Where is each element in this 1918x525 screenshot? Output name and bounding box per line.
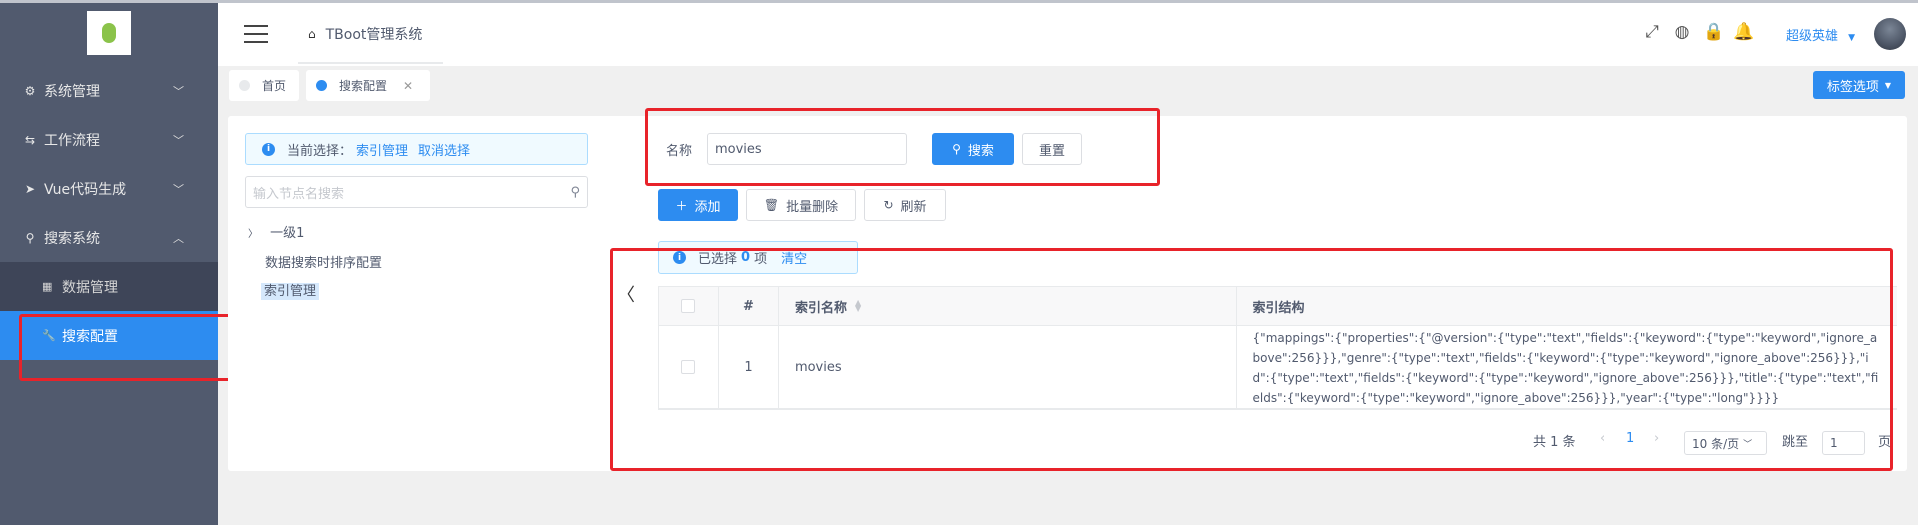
close-icon[interactable]: ✕	[403, 79, 413, 93]
breadcrumb[interactable]: ⌂ TBoot管理系统	[308, 24, 422, 44]
chevron-down-icon: ﹀	[173, 84, 184, 98]
logo-mark	[102, 23, 116, 43]
home-icon: ⌂	[308, 27, 316, 41]
selected-node-link[interactable]: 索引管理	[356, 140, 408, 159]
chevron-down-icon: ﹀	[173, 133, 184, 147]
bell-icon[interactable]: 🔔	[1733, 22, 1754, 42]
sidebar-item-search-system[interactable]: ⚲ 搜索系统 ︿	[0, 213, 218, 262]
chevron-down-icon: ﹀	[173, 182, 184, 196]
add-button-label: 添加	[694, 199, 721, 215]
info-icon: i	[262, 142, 275, 156]
highlight-box-sidebar	[19, 314, 254, 381]
tab-home[interactable]: 首页	[229, 70, 299, 101]
workflow-icon: ⇆	[24, 132, 36, 147]
search-icon: ⚲	[570, 184, 580, 200]
tag-options-button[interactable]: 标签选项 ▼	[1813, 71, 1905, 99]
sidebar-item-label: 系统管理	[44, 83, 100, 100]
tree-node-label: 一级1	[270, 226, 305, 241]
sidebar: ⚙ 系统管理 ﹀ ⇆ 工作流程 ﹀ ➤ Vue代码生成 ﹀ ⚲ 搜索系统 ︿ ▦…	[0, 0, 218, 525]
cancel-selection-link[interactable]: 取消选择	[418, 140, 470, 159]
sidebar-item-system[interactable]: ⚙ 系统管理 ﹀	[0, 66, 218, 115]
highlight-box-search-form	[645, 108, 1160, 186]
lock-icon[interactable]: 🔒	[1703, 22, 1724, 42]
user-menu[interactable]: 超级英雄 ▼	[1786, 25, 1855, 44]
current-selection-alert: i 当前选择： 索引管理 取消选择	[245, 133, 588, 165]
tab-status-dot	[239, 80, 250, 91]
tab-label: 搜索配置	[339, 79, 388, 93]
tree-search-input[interactable]: 输入节点名搜索 ⚲	[245, 176, 588, 208]
grid-icon: ▦	[42, 280, 53, 293]
gear-icon: ⚙	[24, 83, 36, 98]
sidebar-item-label: 工作流程	[44, 132, 100, 149]
tree-node-index-management[interactable]: 索引管理	[261, 280, 320, 300]
sidebar-subitem-label: 数据管理	[62, 279, 118, 296]
tab-status-dot	[316, 80, 327, 91]
current-selection-label: 当前选择：	[287, 143, 353, 159]
window-top-border	[0, 0, 1918, 3]
batch-delete-button[interactable]: 🗑 批量删除	[746, 189, 856, 221]
refresh-button-label: 刷新	[900, 199, 927, 215]
sidebar-item-vue-codegen[interactable]: ➤ Vue代码生成 ﹀	[0, 164, 218, 213]
globe-icon[interactable]: ◍	[1673, 22, 1691, 42]
user-name: 超级英雄	[1786, 29, 1839, 44]
chevron-up-icon: ︿	[173, 231, 184, 245]
tree-node-label: 数据搜索时排序配置	[265, 256, 383, 271]
tree-node-level1[interactable]: 〉 一级1	[248, 222, 304, 241]
chevron-right-icon[interactable]: 〉	[248, 229, 258, 240]
highlight-box-table	[610, 248, 1893, 471]
refresh-button[interactable]: ↻ 刷新	[864, 189, 946, 221]
sidebar-item-label: 搜索系统	[44, 230, 100, 247]
app-logo[interactable]	[87, 11, 131, 55]
logo-area	[0, 0, 218, 66]
menu-toggle-icon[interactable]	[244, 25, 268, 43]
sidebar-item-workflow[interactable]: ⇆ 工作流程 ﹀	[0, 115, 218, 164]
tab-label: 首页	[262, 79, 287, 93]
tag-options-label: 标签选项	[1826, 79, 1879, 95]
breadcrumb-title: TBoot管理系统	[325, 27, 423, 43]
batch-delete-label: 批量删除	[786, 199, 839, 215]
breadcrumb-underline	[298, 62, 443, 64]
plus-icon: ＋	[675, 198, 688, 213]
tab-search-config[interactable]: 搜索配置 ✕	[306, 70, 430, 101]
top-header: ⌂ TBoot管理系统 ⤢ ◍ 🔒 🔔 超级英雄 ▼	[218, 0, 1918, 66]
tree-node-sort-config[interactable]: 数据搜索时排序配置	[265, 252, 382, 271]
trash-icon: 🗑	[763, 198, 780, 212]
caret-down-icon: ▼	[1848, 33, 1856, 43]
refresh-icon: ↻	[883, 198, 894, 212]
add-button[interactable]: ＋ 添加	[658, 189, 738, 221]
avatar[interactable]	[1874, 18, 1906, 50]
sidebar-item-label: Vue代码生成	[44, 181, 127, 198]
fullscreen-icon[interactable]: ⤢	[1643, 22, 1661, 42]
tree-search-placeholder: 输入节点名搜索	[253, 186, 345, 202]
search-icon: ⚲	[25, 230, 35, 245]
caret-down-icon: ▼	[1884, 80, 1892, 90]
send-icon: ➤	[24, 181, 36, 196]
sidebar-subitem-data-management[interactable]: ▦ 数据管理	[0, 262, 218, 311]
header-actions: ⤢ ◍ 🔒 🔔	[1643, 22, 1754, 42]
tree-node-label: 索引管理	[261, 283, 320, 300]
